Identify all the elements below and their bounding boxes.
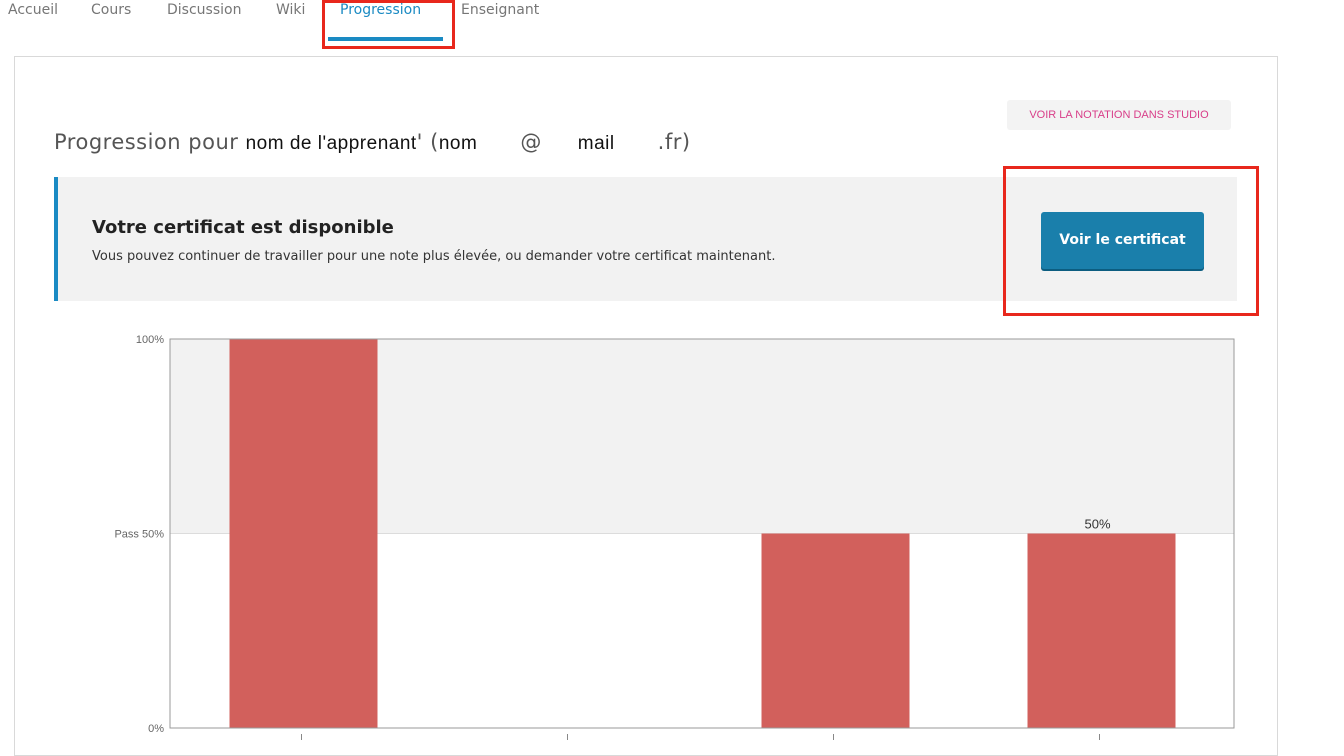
progress-chart: 100% Pass 50% 0% 50%: [114, 334, 1235, 740]
chart-bar: [229, 339, 378, 728]
chart-bar: [761, 533, 910, 728]
chart-y-tick-label: 0%: [148, 723, 164, 735]
chart-bar: [1027, 533, 1176, 728]
chart-data-label: 50%: [1084, 517, 1110, 532]
chart-y-tick-label: Pass 50%: [114, 529, 164, 541]
chart-y-tick-label: 100%: [136, 334, 164, 346]
